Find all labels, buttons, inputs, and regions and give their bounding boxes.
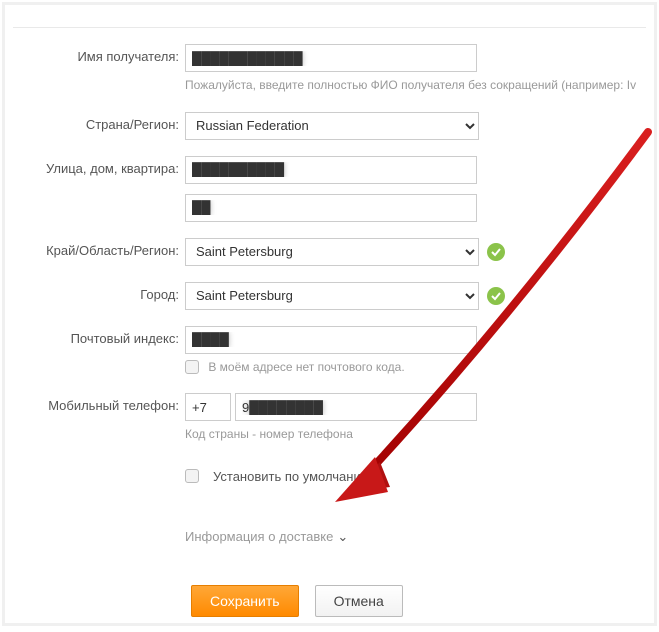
input-recipient-name[interactable]: [185, 44, 477, 72]
label-city: Город:: [5, 282, 185, 308]
checkbox-default[interactable]: [185, 469, 199, 483]
input-street-1[interactable]: [185, 156, 477, 184]
button-row: Сохранить Отмена: [191, 585, 654, 617]
check-icon: [487, 287, 505, 305]
label-phone: Мобильный телефон:: [5, 393, 185, 419]
row-zip: Почтовый индекс: В моём адресе нет почто…: [5, 326, 654, 376]
checkbox-no-zip[interactable]: [185, 360, 199, 374]
label-no-zip: В моём адресе нет почтового кода.: [208, 360, 404, 374]
row-phone: Мобильный телефон: Код страны - номер те…: [5, 393, 654, 443]
row-country: Страна/Регион: Russian Federation: [5, 112, 654, 140]
link-shipping-info[interactable]: Информация о доставке ⌄: [185, 529, 348, 545]
label-region: Край/Область/Регион:: [5, 238, 185, 264]
label-zip: Почтовый индекс:: [5, 326, 185, 352]
input-phone-number[interactable]: [235, 393, 477, 421]
address-form: Имя получателя: Пожалуйста, введите полн…: [2, 2, 657, 626]
label-default: Установить по умолчанию: [213, 469, 370, 484]
row-street: Улица, дом, квартира:: [5, 156, 654, 184]
input-phone-code[interactable]: [185, 393, 231, 421]
chevron-down-icon: ⌄: [337, 529, 348, 545]
label-street: Улица, дом, квартира:: [5, 156, 185, 182]
row-recipient-name: Имя получателя: Пожалуйста, введите полн…: [5, 44, 654, 94]
select-country[interactable]: Russian Federation: [185, 112, 479, 140]
row-city: Город: Saint Petersburg: [5, 282, 654, 310]
select-region[interactable]: Saint Petersburg: [185, 238, 479, 266]
input-street-2[interactable]: [185, 194, 477, 222]
row-region: Край/Область/Регион: Saint Petersburg: [5, 238, 654, 266]
row-default: Установить по умолчанию: [5, 469, 654, 495]
save-button[interactable]: Сохранить: [191, 585, 299, 617]
select-city[interactable]: Saint Petersburg: [185, 282, 479, 310]
help-phone: Код страны - номер телефона: [185, 427, 353, 443]
label-country: Страна/Регион:: [5, 112, 185, 138]
input-zip[interactable]: [185, 326, 477, 354]
check-icon: [487, 243, 505, 261]
row-street-2: [5, 194, 654, 222]
label-recipient-name: Имя получателя:: [5, 44, 185, 70]
help-recipient-name: Пожалуйста, введите полностью ФИО получа…: [185, 78, 636, 94]
cancel-button[interactable]: Отмена: [315, 585, 403, 617]
row-shipping-info: Информация о доставке ⌄: [5, 529, 654, 555]
no-zip-row: В моём адресе нет почтового кода.: [185, 360, 405, 376]
